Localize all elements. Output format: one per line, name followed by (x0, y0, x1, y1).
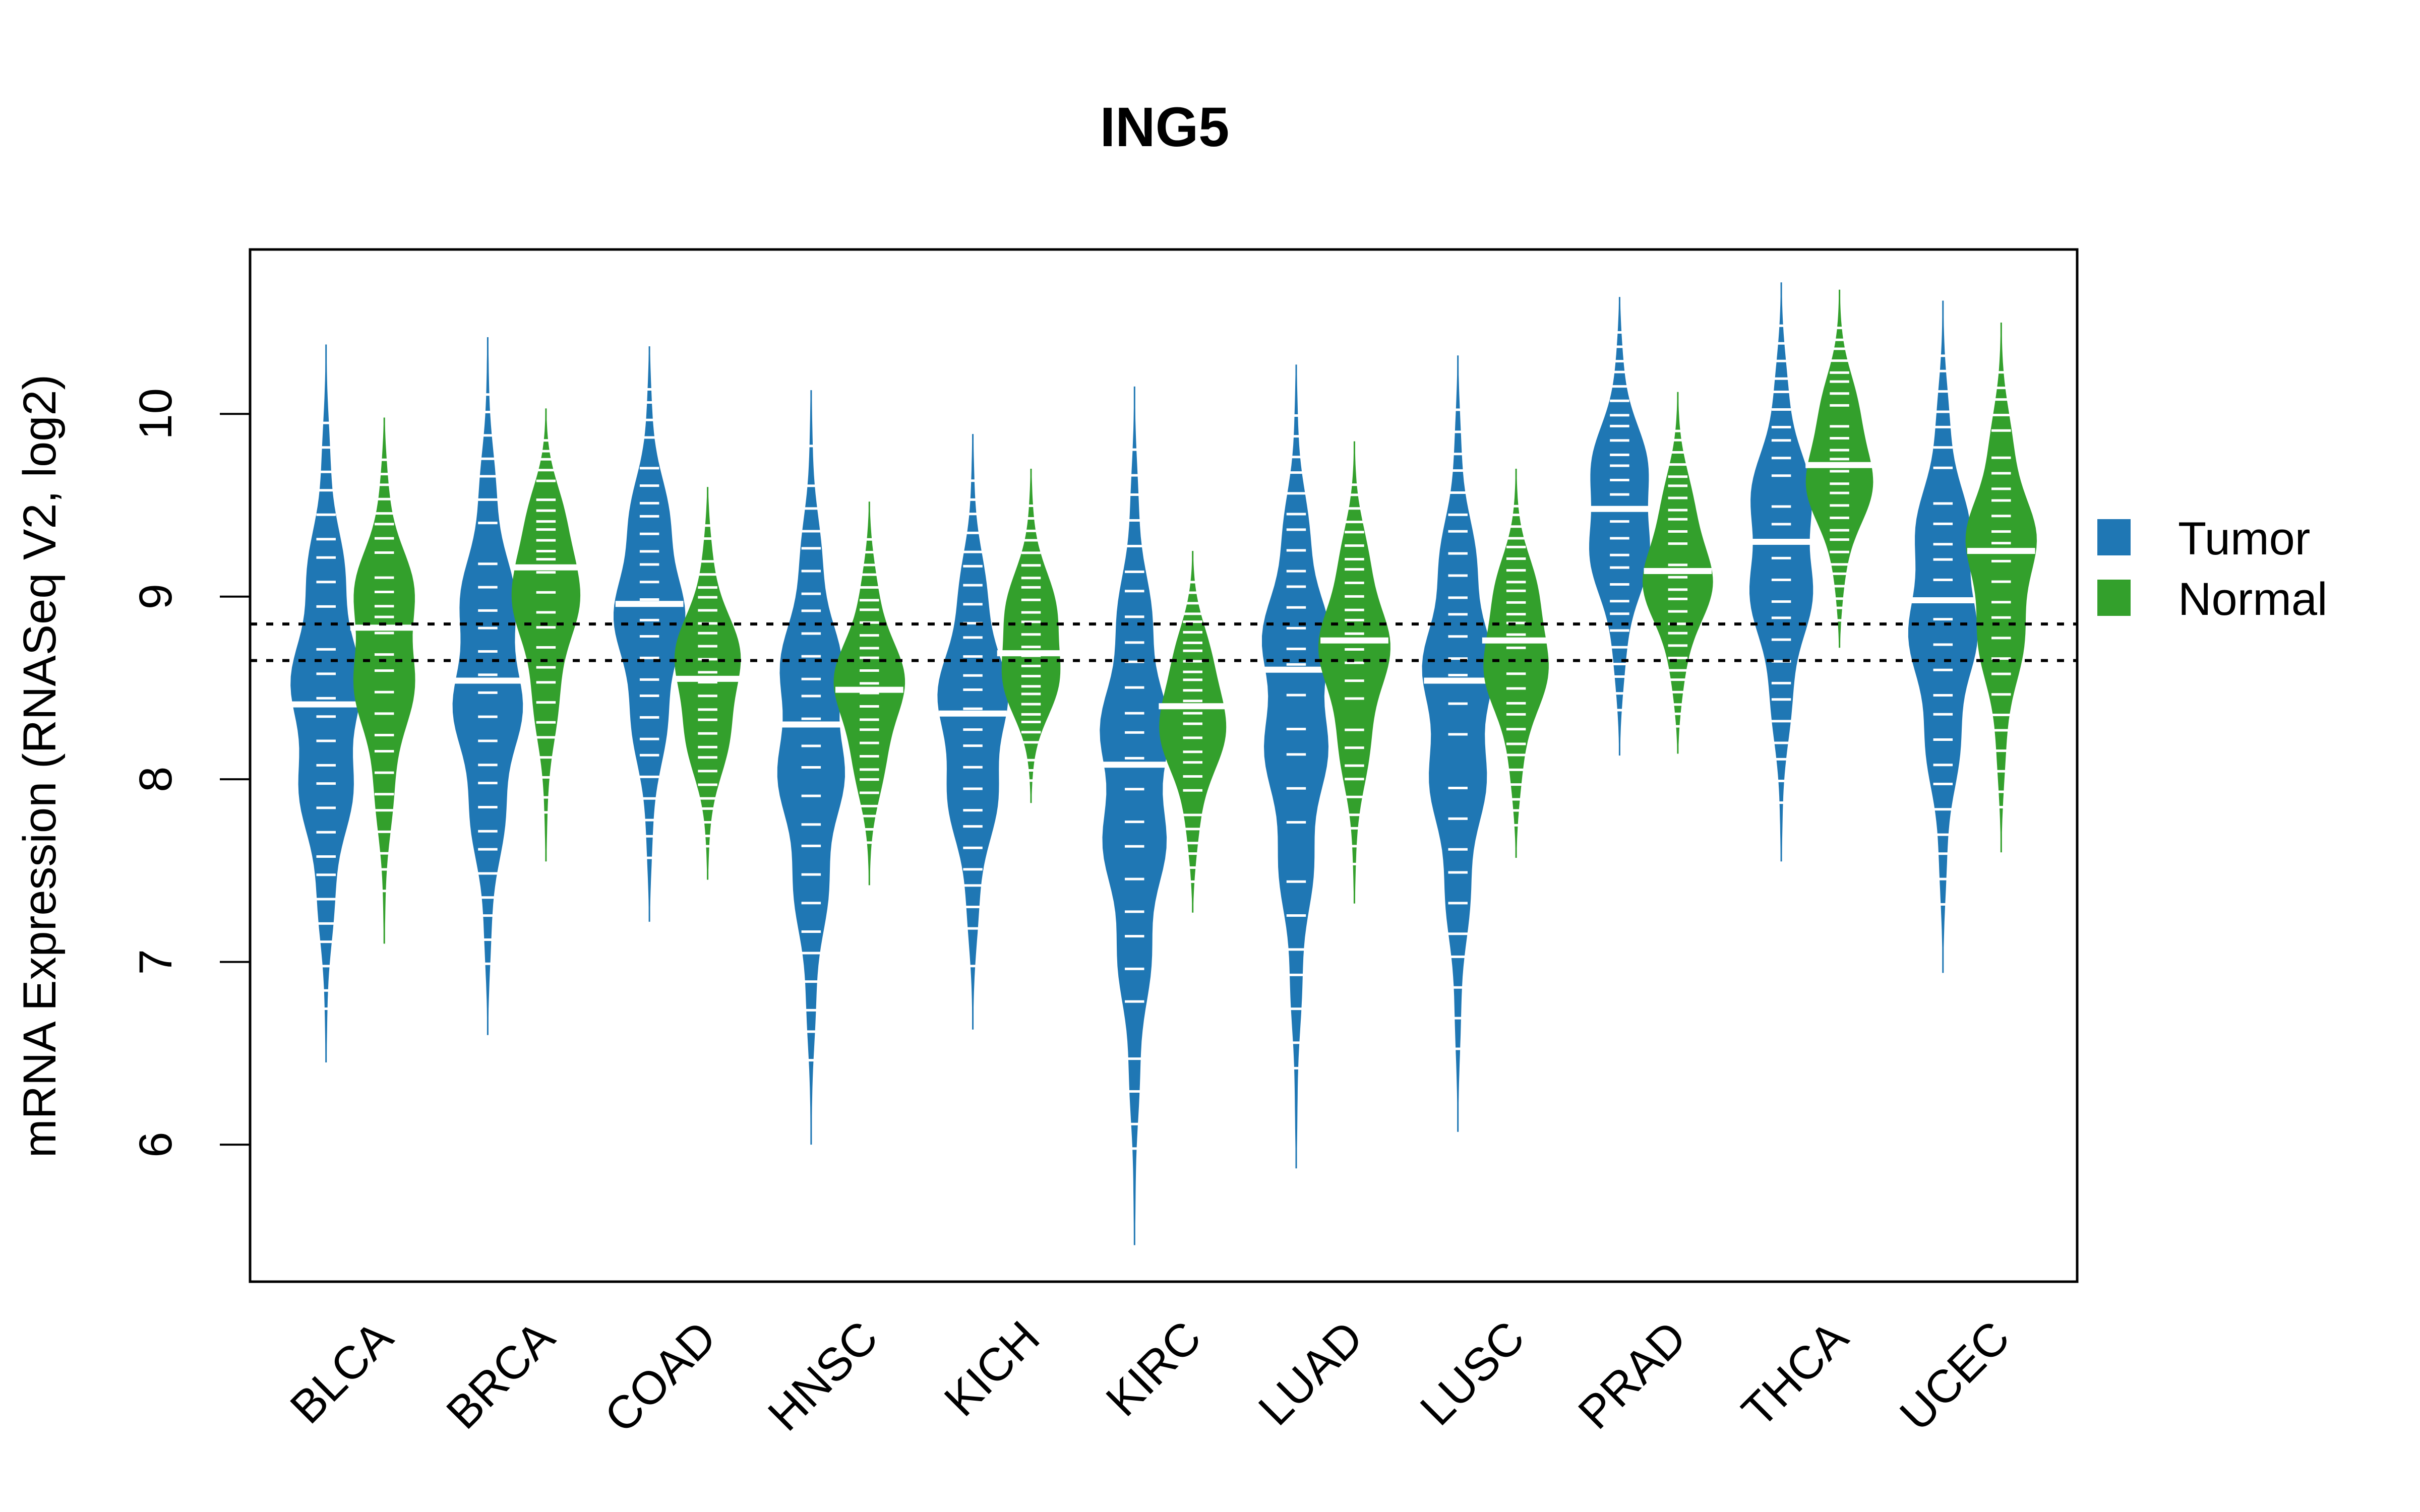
bean-blca-normal (350, 417, 418, 944)
bean-kirc-normal (1159, 551, 1227, 913)
legend-item-tumor: Tumor (2097, 513, 2310, 564)
y-tick-label: 7 (130, 949, 182, 975)
beanplot-chart: ING5 6 7 8 9 10 BLCA BRCA COAD HNSC KICH KIRC LUAD… (14, 96, 2327, 1443)
legend-swatch (2097, 519, 2131, 555)
bean-shape (937, 434, 1008, 1030)
bean-shape (1805, 289, 1873, 648)
bean-shape (353, 417, 415, 944)
bean-shape (1589, 297, 1650, 756)
bean-kich-normal (997, 468, 1065, 803)
bean-shape (1908, 300, 1978, 973)
bean-luad-normal (1318, 441, 1390, 904)
legend-swatch (2097, 580, 2131, 616)
bean-brca-tumor (452, 337, 523, 1035)
bean-shape (452, 337, 523, 1035)
bean-coad-tumor (614, 346, 686, 922)
x-tick-label: KICH (935, 1311, 1050, 1426)
bean-shape (1159, 551, 1227, 913)
bean-kirc-tumor (1100, 386, 1170, 1245)
bean-hnsc-normal (833, 501, 905, 886)
x-tick-label: BRCA (437, 1311, 564, 1439)
x-tick-label: COAD (595, 1311, 726, 1442)
bean-shape (1422, 355, 1494, 1132)
bean-blca-tumor (290, 344, 362, 1063)
y-tick-label: 10 (130, 388, 182, 439)
legend: Tumor Normal (2097, 513, 2327, 625)
bean-shape (1262, 364, 1330, 1169)
x-tick-label: LUSC (1411, 1311, 1535, 1435)
y-axis: 6 7 8 9 10 (130, 388, 251, 1158)
x-tick-label: HNSC (758, 1311, 887, 1440)
bean-shape (1100, 386, 1170, 1245)
x-tick-label: PRAD (1568, 1311, 1696, 1439)
y-tick-label: 6 (130, 1132, 182, 1158)
x-tick-label: LUAD (1249, 1311, 1373, 1435)
x-tick-label: KIRC (1097, 1311, 1212, 1426)
y-axis-label: mRNA Expression (RNASeq V2, log2) (14, 374, 66, 1158)
legend-label: Normal (2178, 574, 2327, 625)
bean-thca-tumor (1747, 282, 1816, 862)
legend-item-normal: Normal (2097, 574, 2327, 625)
bean-coad-normal (674, 487, 742, 880)
bean-lusc-normal (1482, 468, 1550, 858)
bean-prad-tumor (1586, 297, 1654, 756)
bean-shape (1318, 441, 1390, 904)
bean-ucec-tumor (1908, 300, 1978, 973)
x-axis: BLCA BRCA COAD HNSC KICH KIRC LUAD LUSC PRAD THCA… (281, 1311, 2020, 1443)
bean-hnsc-tumor (777, 390, 845, 1145)
y-tick-label: 8 (130, 767, 182, 792)
x-tick-label: THCA (1732, 1311, 1858, 1437)
plot-area (250, 282, 2077, 1245)
bean-kich-tumor (937, 434, 1008, 1030)
bean-luad-tumor (1262, 364, 1330, 1169)
y-tick-label: 9 (130, 584, 182, 609)
bean-brca-normal (511, 408, 581, 862)
bean-shape (1965, 322, 2037, 853)
bean-lusc-tumor (1422, 355, 1494, 1132)
bean-thca-normal (1805, 289, 1873, 648)
x-tick-label: BLCA (281, 1311, 403, 1434)
bean-shape (1749, 282, 1813, 862)
x-tick-label: UCEC (1890, 1311, 2019, 1440)
bean-shape (511, 408, 581, 862)
bean-ucec-normal (1965, 322, 2037, 853)
chart-title: ING5 (1100, 96, 1230, 158)
legend-label: Tumor (2178, 513, 2310, 564)
bean-prad-normal (1643, 392, 1713, 754)
